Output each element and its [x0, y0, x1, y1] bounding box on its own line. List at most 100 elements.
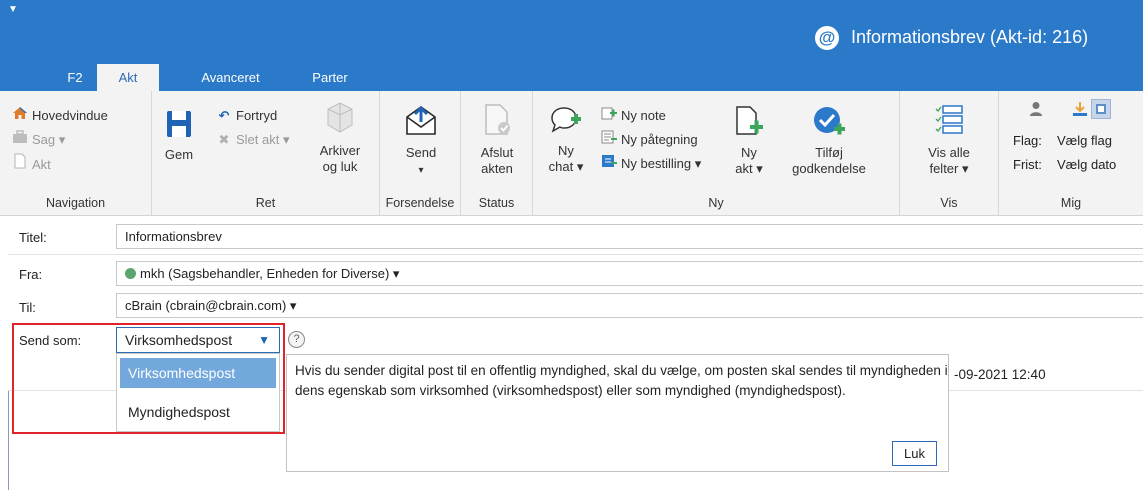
- fra-value: mkh (Sagsbehandler, Enheden for Diverse)…: [140, 266, 400, 281]
- tab-avanceret[interactable]: Avanceret: [188, 64, 273, 91]
- ribbon: Hovedvindue Sag ▾ Akt Navigation Gem ↶ Fo…: [0, 91, 1143, 216]
- save-icon: [164, 109, 194, 143]
- message-form: Titel: Informationsbrev Fra: mkh (Sagsbe…: [0, 216, 1143, 490]
- send-label: Send: [405, 145, 437, 160]
- mig-group-label: Mig: [1060, 196, 1082, 210]
- date-text: -09-2021 12:40: [954, 367, 1046, 382]
- divider: [8, 390, 9, 490]
- sag-label: Sag ▾: [32, 132, 66, 147]
- tab-f2[interactable]: F2: [55, 64, 95, 91]
- ny-chat-button[interactable]: Ny chat ▾: [543, 105, 589, 175]
- sag-button[interactable]: Sag ▾: [12, 129, 65, 151]
- tooltip-text: Hvis du sender digital post til en offen…: [295, 363, 948, 398]
- ny-note-label: Ny note: [621, 108, 666, 123]
- ny-note-button[interactable]: Ny note: [601, 105, 666, 127]
- calendar-icon[interactable]: [1091, 99, 1111, 119]
- chat-add-icon: [543, 105, 589, 139]
- send-envelope-icon: [394, 103, 448, 141]
- annotation-icon: [601, 129, 617, 151]
- status-group: Afslut akten Status: [461, 91, 533, 215]
- flag-icon[interactable]: [1071, 101, 1089, 120]
- window-title: Informationsbrev (Akt-id: 216): [851, 27, 1089, 47]
- help-icon[interactable]: ?: [288, 331, 305, 348]
- ny-group: Ny chat ▾ Ny note Ny påtegning Ny bestil…: [533, 91, 900, 215]
- vis-group: Vis alle felter ▾ Vis: [900, 91, 999, 215]
- ny-bestilling-label: Ny bestilling ▾: [621, 156, 702, 171]
- ribbon-tabs: F2 Akt Avanceret Parter: [0, 64, 1143, 91]
- case-icon: [12, 129, 28, 151]
- fra-label: Fra:: [19, 267, 43, 282]
- new-document-icon: [729, 105, 769, 141]
- ny-akt-label-line2: akt ▾: [735, 161, 763, 176]
- arkiver-label-line2: og luk: [322, 159, 358, 174]
- slet-akt-button[interactable]: ✖ Slet akt ▾: [216, 129, 290, 151]
- status-group-label: Status: [478, 196, 515, 210]
- slet-akt-label: Slet akt ▾: [236, 132, 290, 147]
- approval-add-icon: [781, 105, 877, 141]
- gem-button[interactable]: Gem: [164, 109, 194, 163]
- note-add-icon: [601, 105, 617, 127]
- user-icon: [1029, 101, 1043, 120]
- ny-chat-label-line1: Ny: [558, 143, 574, 158]
- hovedvindue-button[interactable]: Hovedvindue: [12, 105, 108, 127]
- vis-alle-label-line2: felter ▾: [929, 161, 969, 176]
- mig-group: Flag: Vælg flag Frist: Vælg dato Mig: [999, 91, 1143, 215]
- at-sign-icon: @: [815, 26, 839, 50]
- forsendelse-group: Send ▾ Forsendelse: [380, 91, 461, 215]
- hovedvindue-label: Hovedvindue: [32, 108, 108, 123]
- fortryd-button[interactable]: ↶ Fortryd: [216, 105, 278, 127]
- forsendelse-group-label: Forsendelse: [385, 196, 455, 210]
- date-picker[interactable]: Vælg dato: [1057, 157, 1116, 172]
- til-label: Til:: [19, 300, 36, 315]
- flag-picker[interactable]: Vælg flag: [1057, 133, 1112, 148]
- help-tooltip: Hvis du sender digital post til en offen…: [286, 354, 949, 472]
- ny-paategning-button[interactable]: Ny påtegning: [601, 129, 698, 151]
- fields-list-icon: [916, 103, 982, 141]
- fortryd-label: Fortryd: [236, 108, 278, 123]
- tilfoej-label-line1: Tilføj: [815, 145, 843, 160]
- frist-field-label: Frist:: [1013, 157, 1042, 172]
- tilfoej-label-line2: godkendelse: [792, 161, 866, 176]
- afslut-label-line2: akten: [481, 161, 513, 176]
- archive-icon: [312, 101, 368, 139]
- quick-access-menu-icon[interactable]: ▼: [8, 4, 18, 15]
- til-field[interactable]: cBrain (cbrain@cbrain.com) ▾: [116, 293, 1143, 318]
- ret-group-label: Ret: [255, 196, 276, 210]
- delete-icon: ✖: [218, 132, 230, 147]
- send-dropdown-arrow: ▾: [418, 165, 424, 176]
- navigation-group: Hovedvindue Sag ▾ Akt Navigation: [0, 91, 152, 215]
- vis-group-label: Vis: [940, 196, 958, 210]
- afslut-label-line1: Afslut: [480, 145, 514, 160]
- luk-button[interactable]: Luk: [892, 441, 937, 466]
- send-button[interactable]: Send ▾: [394, 103, 448, 179]
- ny-chat-label-line2: chat ▾: [548, 159, 584, 174]
- highlight-box: [12, 323, 285, 434]
- titel-label: Titel:: [19, 230, 47, 245]
- ny-akt-label-line1: Ny: [741, 145, 757, 160]
- akt-button[interactable]: Akt: [12, 153, 51, 175]
- status-dot-icon: [125, 268, 136, 279]
- divider: [8, 254, 1143, 255]
- tab-parter[interactable]: Parter: [300, 64, 360, 91]
- navigation-group-label: Navigation: [45, 196, 106, 210]
- ny-akt-button[interactable]: Ny akt ▾: [729, 105, 769, 177]
- akt-label: Akt: [32, 157, 51, 172]
- arkiver-og-luk-button[interactable]: Arkiver og luk: [312, 101, 368, 175]
- ret-group: Gem ↶ Fortryd ✖ Slet akt ▾ Arkiver og luk …: [152, 91, 380, 215]
- undo-icon: ↶: [218, 108, 230, 123]
- document-check-icon: [471, 103, 523, 141]
- order-icon: [601, 153, 617, 175]
- tab-akt[interactable]: Akt: [97, 64, 159, 91]
- tilfoej-godkendelse-button[interactable]: Tilføj godkendelse: [781, 105, 877, 177]
- vis-alle-felter-button[interactable]: Vis alle felter ▾: [916, 103, 982, 177]
- ny-bestilling-button[interactable]: Ny bestilling ▾: [601, 153, 701, 175]
- afslut-akten-button[interactable]: Afslut akten: [471, 103, 523, 177]
- home-icon: [12, 105, 28, 127]
- arkiver-label-line1: Arkiver: [319, 143, 361, 158]
- vis-alle-label-line1: Vis alle: [928, 145, 970, 160]
- fra-field[interactable]: mkh (Sagsbehandler, Enheden for Diverse)…: [116, 261, 1143, 286]
- ny-group-label: Ny: [708, 196, 724, 210]
- titel-field[interactable]: Informationsbrev: [116, 224, 1143, 249]
- ny-paategning-label: Ny påtegning: [621, 132, 698, 147]
- flag-field-label: Flag:: [1013, 133, 1042, 148]
